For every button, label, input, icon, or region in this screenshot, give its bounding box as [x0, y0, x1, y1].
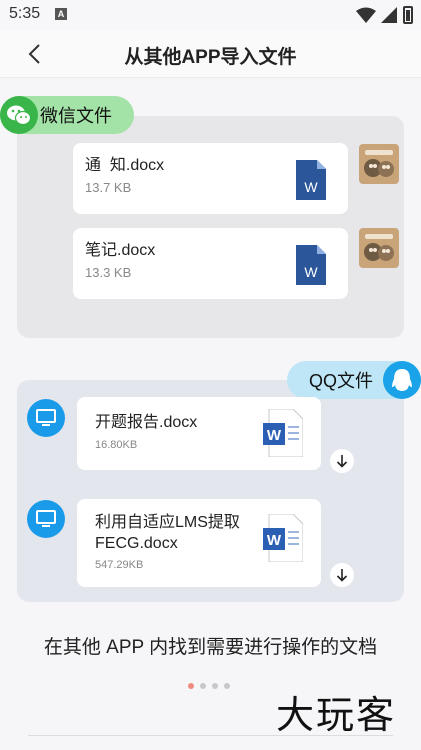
download-button[interactable]: [330, 449, 354, 473]
status-bar: 5:35 A: [0, 0, 421, 30]
download-arrow-icon: [336, 569, 348, 582]
qq-file-card[interactable]: 利用自适应LMS提取FECG.docx 547.29KB W: [77, 499, 321, 587]
pager-dot[interactable]: [224, 683, 230, 689]
wechat-file-card[interactable]: 通 知.docx 13.7 KB W: [73, 143, 348, 214]
file-name: 开题报告.docx: [95, 414, 198, 431]
file-name: 通 知.docx: [85, 157, 165, 174]
file-size: 547.29KB: [95, 559, 144, 571]
qq-file-card[interactable]: 开题报告.docx 16.80KB W: [77, 397, 321, 470]
signal-icon: [381, 7, 397, 23]
word-document-icon: W: [263, 409, 303, 457]
file-size: 16.80KB: [95, 439, 138, 451]
word-file-icon: W: [296, 160, 326, 200]
wechat-icon: [0, 96, 38, 134]
qq-files-tag: QQ文件: [287, 361, 421, 399]
qq-penguin-icon: [383, 361, 421, 399]
qq-files-label: QQ文件: [309, 371, 374, 391]
download-arrow-icon: [336, 455, 348, 468]
file-size: 13.3 KB: [85, 265, 132, 280]
file-size: 13.7 KB: [85, 180, 132, 195]
user-avatar: [359, 144, 399, 184]
file-name: 笔记.docx: [85, 242, 156, 259]
svg-text:W: W: [267, 532, 282, 549]
file-name: 利用自适应LMS提取FECG.docx: [95, 514, 240, 552]
pager-dots: [188, 683, 230, 689]
pager-dot[interactable]: [200, 683, 206, 689]
title-bar: 从其他APP导入文件: [0, 30, 421, 78]
wifi-icon: [356, 7, 376, 23]
wechat-files-label: 微信文件: [40, 106, 112, 126]
svg-text:W: W: [304, 264, 318, 280]
computer-avatar-icon: [27, 500, 65, 538]
wechat-file-card[interactable]: 笔记.docx 13.3 KB W: [73, 228, 348, 299]
svg-text:W: W: [304, 179, 318, 195]
pager-dot[interactable]: [188, 683, 194, 689]
watermark-logo: 大玩客: [276, 693, 397, 737]
word-file-icon: W: [296, 245, 326, 285]
svg-text:W: W: [267, 427, 282, 444]
pager-dot[interactable]: [212, 683, 218, 689]
instruction-caption: 在其他 APP 内找到需要进行操作的文档: [43, 637, 378, 658]
user-avatar: [359, 228, 399, 268]
battery-icon: [403, 6, 413, 24]
wechat-files-tag: 微信文件: [0, 96, 134, 134]
notification-icon: A: [55, 8, 67, 20]
bottom-divider: [28, 735, 393, 736]
status-time: 5:35: [9, 5, 41, 22]
computer-avatar-icon: [27, 399, 65, 437]
page-title: 从其他APP导入文件: [124, 47, 297, 68]
word-document-icon: W: [263, 514, 303, 562]
download-button[interactable]: [330, 563, 354, 587]
